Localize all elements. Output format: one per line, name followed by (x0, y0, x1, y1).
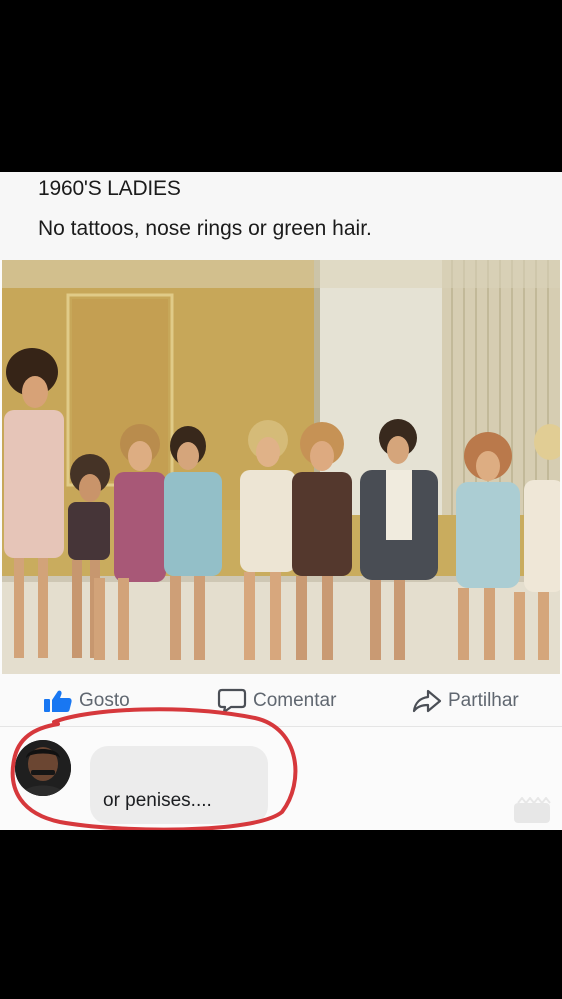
comment-bubble[interactable]: or penises.... (90, 746, 268, 824)
share-label: Partilhar (448, 690, 519, 711)
comment-text: or penises.... (103, 790, 212, 811)
post-caption: No tattoos, nose rings or green hair. (38, 217, 372, 240)
comment-label: Comentar (253, 690, 337, 711)
post-photo[interactable] (2, 260, 560, 674)
share-button[interactable]: Partilhar (412, 689, 519, 713)
post-title: 1960'S LADIES (38, 177, 181, 200)
comment-button[interactable]: Comentar (217, 688, 337, 714)
thumbs-up-icon (44, 690, 72, 712)
speech-bubble-icon (217, 688, 247, 714)
share-arrow-icon (412, 689, 442, 713)
like-label: Gosto (79, 690, 130, 711)
avatar[interactable] (15, 740, 71, 796)
vintage-group-photo (2, 260, 560, 674)
like-button[interactable]: Gosto (43, 689, 130, 713)
post-card: 1960'S LADIES No tattoos, nose rings or … (0, 172, 562, 830)
post-header: 1960'S LADIES No tattoos, nose rings or … (0, 172, 562, 260)
watermark-icon (514, 797, 551, 823)
commenter-name-redacted[interactable] (102, 754, 202, 776)
avatar-image (15, 740, 71, 796)
comment-thread: or penises.... (0, 727, 562, 830)
post-action-bar: Gosto Comentar Partilhar (0, 674, 562, 727)
